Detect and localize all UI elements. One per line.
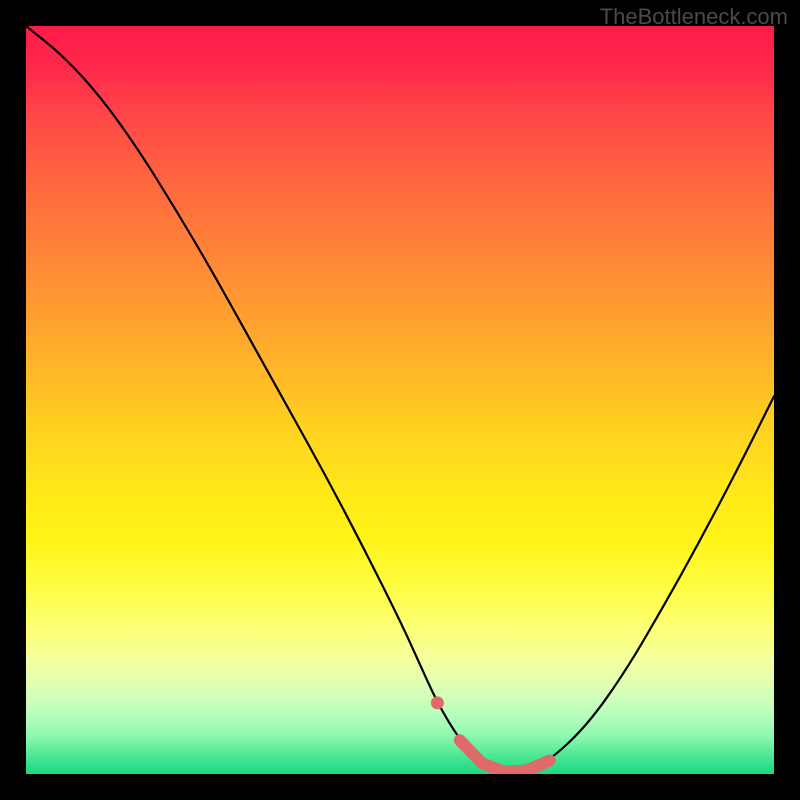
chart-container: TheBottleneck.com [0, 0, 800, 800]
plot-area [26, 26, 774, 774]
valley-dot [431, 696, 444, 709]
watermark-text: TheBottleneck.com [600, 4, 788, 30]
bottleneck-curve [26, 26, 774, 771]
curve-svg [26, 26, 774, 774]
valley-highlight [460, 740, 550, 772]
